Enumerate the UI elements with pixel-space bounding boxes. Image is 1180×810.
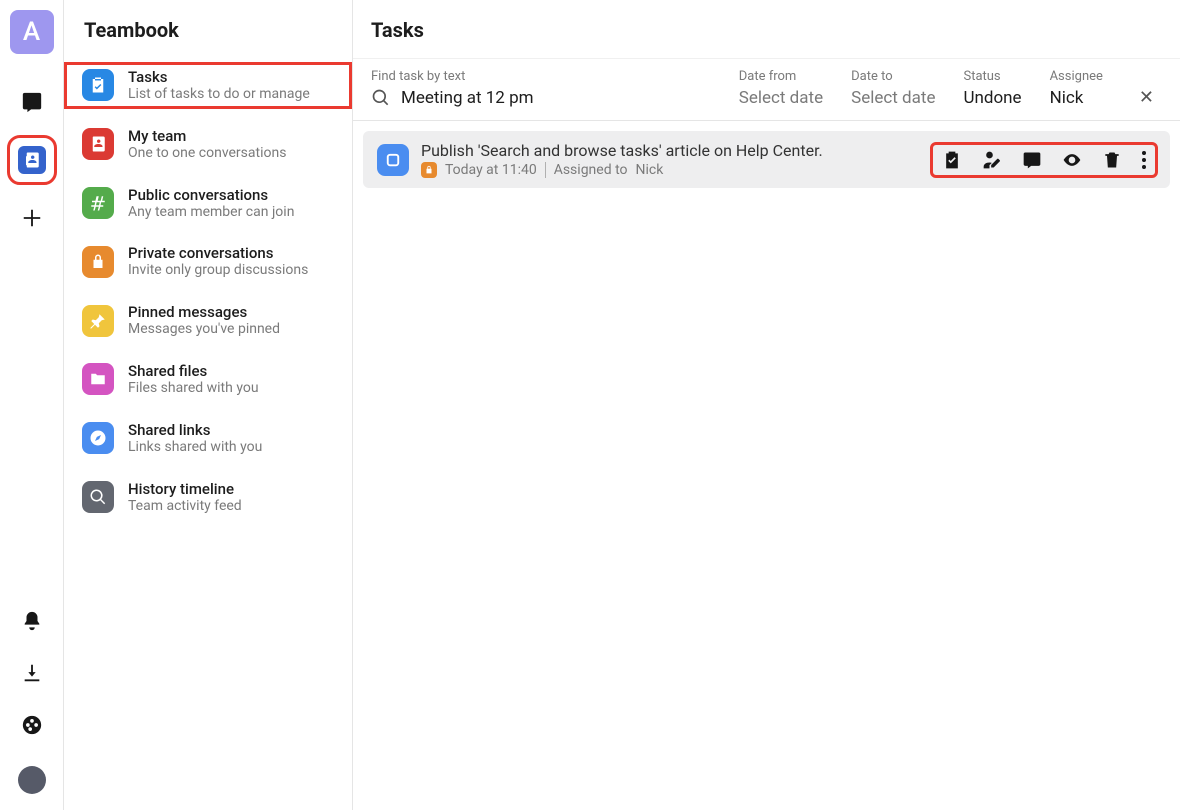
sidebar-item-private-conversations[interactable]: Private conversationsInvite only group d…	[64, 238, 352, 285]
filter-status[interactable]: Status Undone	[963, 69, 1021, 108]
sidebar-item-title: My team	[128, 127, 286, 145]
clipboard-icon	[82, 69, 114, 101]
filters-bar: Find task by text Meeting at 12 pm Date …	[353, 59, 1180, 121]
help-icon[interactable]	[21, 714, 43, 736]
reassign-button[interactable]	[982, 150, 1002, 170]
task-time: Today at 11:40	[445, 162, 537, 178]
sidebar-item-tasks[interactable]: TasksList of tasks to do or manage	[64, 62, 352, 109]
rail-teambook-button[interactable]	[12, 140, 52, 180]
sidebar-item-title: Private conversations	[128, 244, 308, 262]
sidebar-item-shared-files[interactable]: Shared filesFiles shared with you	[64, 356, 352, 403]
rail-chat-button[interactable]	[12, 82, 52, 122]
sidebar-item-shared-links[interactable]: Shared linksLinks shared with you	[64, 415, 352, 462]
comment-button[interactable]	[1022, 150, 1042, 170]
logo-avatar[interactable]: A	[10, 10, 54, 54]
sidebar-nav-list: TasksList of tasks to do or manage My tea…	[64, 62, 352, 532]
sidebar-item-desc: Links shared with you	[128, 439, 262, 456]
eye-icon	[1062, 150, 1082, 170]
clipboard-check-icon	[942, 150, 962, 170]
folder-icon	[82, 363, 114, 395]
rail-bottom	[18, 610, 46, 800]
view-button[interactable]	[1062, 150, 1082, 170]
sidebar-item-title: Shared files	[128, 362, 259, 380]
sidebar-item-public-conversations[interactable]: Public conversationsAny team member can …	[64, 180, 352, 227]
sidebar-item-title: Public conversations	[128, 186, 294, 204]
task-body: Publish 'Search and browse tasks' articl…	[421, 141, 920, 178]
filter-date-to-value: Select date	[851, 88, 935, 108]
filter-date-from-value: Select date	[739, 88, 823, 108]
filter-date-from[interactable]: Date from Select date	[739, 69, 823, 108]
app-rail: A	[0, 0, 64, 810]
sidebar-item-my-team[interactable]: My teamOne to one conversations	[64, 121, 352, 168]
search-icon	[82, 481, 114, 513]
logo-letter: A	[23, 17, 40, 47]
sidebar-item-title: History timeline	[128, 480, 242, 498]
sidebar-item-title: Pinned messages	[128, 303, 280, 321]
filter-find-value: Meeting at 12 pm	[401, 88, 534, 108]
filter-status-value: Undone	[963, 88, 1021, 108]
user-avatar[interactable]	[18, 766, 46, 794]
user-edit-icon	[982, 150, 1002, 170]
comment-icon	[1022, 150, 1042, 170]
kebab-icon	[1142, 151, 1146, 169]
book-icon-wrapper	[18, 146, 46, 174]
filter-find-label: Find task by text	[371, 69, 711, 84]
task-action-bar	[932, 144, 1156, 176]
complete-task-button[interactable]	[942, 150, 962, 170]
delete-button[interactable]	[1102, 150, 1122, 170]
chat-icon	[21, 91, 43, 113]
compass-icon	[82, 422, 114, 454]
sidebar-item-desc: List of tasks to do or manage	[128, 86, 310, 103]
search-icon	[371, 88, 391, 108]
filter-date-to-label: Date to	[851, 69, 935, 84]
rail-add-button[interactable]	[12, 198, 52, 238]
filter-status-label: Status	[963, 69, 1021, 84]
filter-date-from-label: Date from	[739, 69, 823, 84]
more-button[interactable]	[1142, 151, 1146, 169]
task-assignee: Nick	[636, 162, 664, 178]
task-checkbox-icon[interactable]	[377, 144, 409, 176]
lock-icon	[82, 246, 114, 278]
sidebar-item-desc: Invite only group discussions	[128, 262, 308, 279]
filter-date-to[interactable]: Date to Select date	[851, 69, 935, 108]
bell-icon[interactable]	[21, 610, 43, 632]
sidebar-item-pinned-messages[interactable]: Pinned messagesMessages you've pinned	[64, 297, 352, 344]
task-row[interactable]: Publish 'Search and browse tasks' articl…	[363, 131, 1170, 188]
task-meta: Today at 11:40 Assigned to Nick	[421, 162, 920, 178]
filter-assignee-label: Assignee	[1050, 69, 1103, 84]
sidebar-item-desc: Files shared with you	[128, 380, 259, 397]
main-panel: Tasks Find task by text Meeting at 12 pm…	[353, 0, 1180, 810]
parent-icon	[421, 162, 437, 178]
trash-icon	[1102, 150, 1122, 170]
sidebar-item-title: Tasks	[128, 68, 310, 86]
sidebar-item-desc: Team activity feed	[128, 498, 242, 515]
sidebar: Teambook TasksList of tasks to do or man…	[64, 0, 353, 810]
page-title: Tasks	[353, 0, 1180, 59]
sidebar-item-desc: One to one conversations	[128, 145, 286, 162]
filter-assignee-value: Nick	[1050, 88, 1103, 108]
task-assigned-label: Assigned to	[554, 162, 628, 178]
sidebar-title: Teambook	[64, 0, 352, 62]
filter-find[interactable]: Find task by text Meeting at 12 pm	[371, 69, 711, 108]
divider	[545, 162, 546, 178]
clear-filters-button[interactable]: ✕	[1131, 87, 1162, 108]
pin-icon	[82, 305, 114, 337]
hash-icon	[82, 187, 114, 219]
sidebar-item-title: Shared links	[128, 421, 262, 439]
task-title: Publish 'Search and browse tasks' articl…	[421, 141, 920, 160]
filter-assignee[interactable]: Assignee Nick	[1050, 69, 1103, 108]
contacts-icon	[82, 128, 114, 160]
download-icon[interactable]	[21, 662, 43, 684]
plus-icon	[21, 207, 43, 229]
sidebar-item-desc: Messages you've pinned	[128, 321, 280, 338]
sidebar-item-history-timeline[interactable]: History timelineTeam activity feed	[64, 474, 352, 521]
contacts-book-icon	[23, 151, 41, 169]
sidebar-item-desc: Any team member can join	[128, 204, 294, 221]
